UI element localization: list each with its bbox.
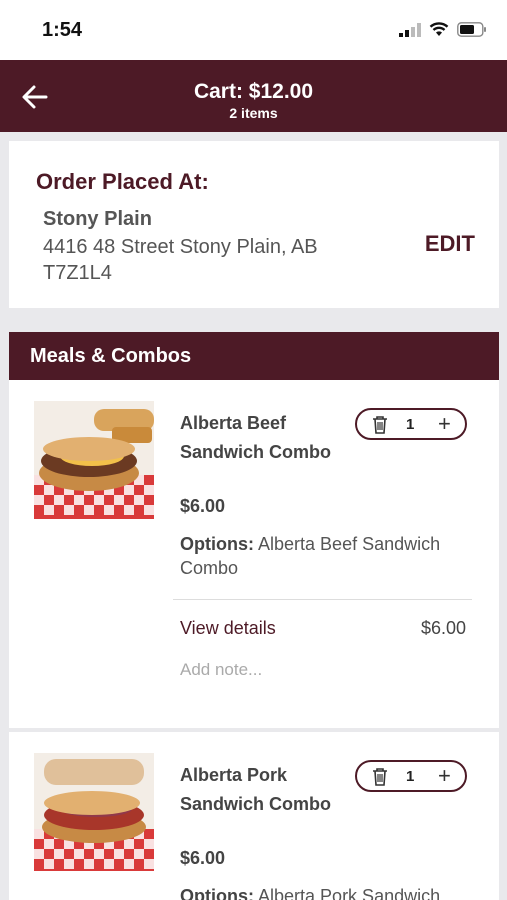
plus-icon[interactable]: + <box>438 411 451 437</box>
status-bar: 1:54 <box>0 0 507 60</box>
item-options: Options: Alberta Pork Sandwich <box>180 884 470 900</box>
item-total-price: $6.00 <box>420 618 466 638</box>
cart-total-title: Cart: $12.00 <box>193 80 314 103</box>
view-details-link[interactable]: View details <box>180 618 276 639</box>
quantity-stepper: 1 + <box>355 760 467 792</box>
order-placed-heading: Order Placed At: <box>36 169 209 194</box>
options-value: Alberta Pork Sandwich <box>258 886 441 900</box>
store-address: 4416 48 Street Stony Plain, AB T7Z1L4 <box>43 236 318 284</box>
cellular-signal-icon <box>399 22 421 37</box>
wifi-icon <box>429 22 449 36</box>
battery-icon <box>457 22 486 37</box>
store-name: Stony Plain <box>43 208 152 230</box>
divider <box>173 599 472 600</box>
status-icons <box>399 22 487 37</box>
options-label: Options: <box>180 886 254 900</box>
cart-item: Alberta Pork Sandwich Combo 1 + $6.00 Op… <box>9 732 499 900</box>
quantity-stepper: 1 + <box>355 408 467 440</box>
plus-icon[interactable]: + <box>438 763 451 789</box>
quantity-value: 1 <box>406 768 415 785</box>
edit-location-button[interactable]: EDIT <box>425 231 475 257</box>
item-options: Options: Alberta Beef Sandwich Combo <box>180 532 470 580</box>
trash-icon[interactable] <box>371 767 389 787</box>
item-image <box>34 401 154 519</box>
section-header: Meals & Combos <box>9 332 499 380</box>
cart-item: Alberta Beef Sandwich Combo 1 + $6.00 Op… <box>9 380 499 728</box>
order-location-card: Order Placed At: Stony Plain 4416 48 Str… <box>9 141 499 308</box>
item-name: Alberta Beef Sandwich Combo <box>180 413 332 462</box>
section-title: Meals & Combos <box>30 345 192 367</box>
options-label: Options: <box>180 534 254 554</box>
item-price: $6.00 <box>180 848 226 868</box>
add-note-input[interactable]: Add note... <box>180 660 262 680</box>
trash-icon[interactable] <box>371 415 389 435</box>
cart-item-count: 2 items <box>229 105 278 121</box>
item-name: Alberta Pork Sandwich Combo <box>180 765 332 814</box>
quantity-value: 1 <box>406 416 415 433</box>
status-time: 1:54 <box>42 19 83 41</box>
item-price: $6.00 <box>180 496 226 516</box>
cart-header: Cart: $12.00 2 items <box>0 60 507 132</box>
item-image <box>34 753 154 871</box>
